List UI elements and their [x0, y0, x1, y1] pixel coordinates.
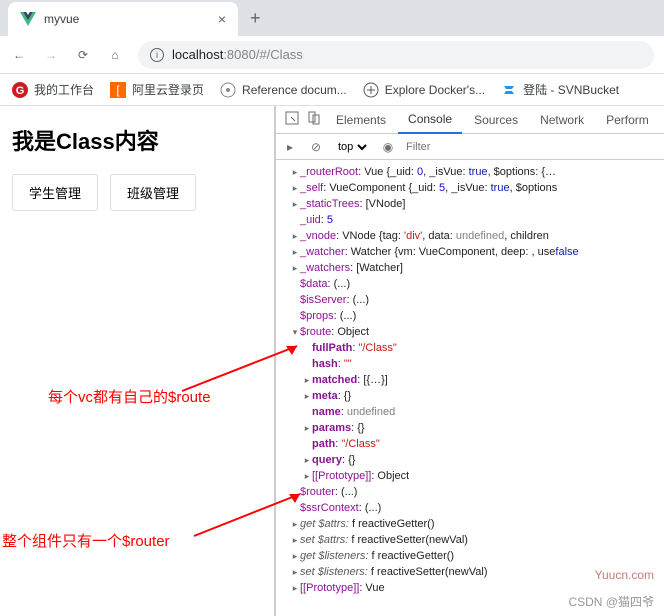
page-heading: 我是Class内容: [12, 124, 262, 156]
watermark: Yuucn.com: [595, 568, 654, 582]
console-line[interactable]: $data: (...): [280, 276, 664, 292]
gitee-icon: G: [12, 82, 28, 98]
console-line[interactable]: _watcher: Watcher {vm: VueComponent, dee…: [280, 244, 664, 260]
sidebar-toggle-icon[interactable]: ▸: [282, 140, 298, 154]
console-line[interactable]: [[Prototype]]: Object: [280, 468, 664, 484]
address-bar: ← → ⟳ ⌂ i localhost:8080/#/Class: [0, 36, 664, 74]
watermark: CSDN @猫四爷: [568, 593, 654, 610]
console-toolbar: ▸ ⊘ top ◉: [276, 134, 664, 160]
eye-icon[interactable]: ◉: [380, 140, 396, 154]
console-line[interactable]: matched: [{…}]: [280, 372, 664, 388]
expand-arrow-icon[interactable]: [290, 228, 300, 244]
console-line[interactable]: _self: VueComponent {_uid: 5, _isVue: tr…: [280, 180, 664, 196]
console-line[interactable]: $props: (...): [280, 308, 664, 324]
expand-arrow-icon[interactable]: [302, 452, 312, 468]
console-line[interactable]: hash: "": [280, 356, 664, 372]
console-line[interactable]: query: {}: [280, 452, 664, 468]
console-line[interactable]: _watchers: [Watcher]: [280, 260, 664, 276]
student-mgmt-button[interactable]: 学生管理: [12, 174, 98, 211]
aliyun-icon: [: [110, 82, 126, 98]
expand-arrow-icon[interactable]: [290, 244, 300, 260]
console-line[interactable]: name: undefined: [280, 404, 664, 420]
docker-icon: [363, 82, 379, 98]
tab-title: myvue: [44, 12, 79, 26]
expand-arrow-icon[interactable]: [290, 532, 300, 548]
devtools-tab-bar: Elements Console Sources Network Perform: [276, 106, 664, 134]
console-line[interactable]: _vnode: VNode {tag: 'div', data: undefin…: [280, 228, 664, 244]
console-line[interactable]: set $attrs: f reactiveSetter(newVal): [280, 532, 664, 548]
browser-tab-bar: myvue × +: [0, 0, 664, 36]
home-icon[interactable]: ⌂: [106, 48, 124, 62]
console-line[interactable]: _routerRoot: Vue {_uid: 0, _isVue: true,…: [280, 164, 664, 180]
url-input[interactable]: i localhost:8080/#/Class: [138, 41, 654, 69]
bookmark-item[interactable]: Reference docum...: [220, 82, 347, 98]
console-line[interactable]: _staticTrees: [VNode]: [280, 196, 664, 212]
expand-arrow-icon[interactable]: [290, 516, 300, 532]
console-line[interactable]: fullPath: "/Class": [280, 340, 664, 356]
expand-arrow-icon[interactable]: [290, 324, 300, 340]
expand-arrow-icon[interactable]: [302, 468, 312, 484]
annotation-route: 每个vc都有自己的$route: [48, 386, 211, 407]
doc-icon: [220, 82, 236, 98]
devtools-tab-console[interactable]: Console: [398, 106, 462, 134]
console-line[interactable]: $router: (...): [280, 484, 664, 500]
page-content: 我是Class内容 学生管理 班级管理 每个vc都有自己的$route 整个组件…: [0, 106, 275, 616]
bookmark-item[interactable]: 登陆 - SVNBucket: [501, 81, 619, 98]
back-icon[interactable]: ←: [10, 48, 28, 62]
close-icon[interactable]: ×: [218, 11, 226, 27]
new-tab-button[interactable]: +: [238, 8, 273, 29]
bookmark-item[interactable]: G我的工作台: [12, 81, 94, 98]
expand-arrow-icon[interactable]: [290, 260, 300, 276]
context-select[interactable]: top: [334, 140, 370, 154]
expand-arrow-icon[interactable]: [290, 564, 300, 580]
inspect-icon[interactable]: [282, 111, 302, 128]
reload-icon[interactable]: ⟳: [74, 48, 92, 62]
devtools-tab-perf[interactable]: Perform: [596, 106, 659, 134]
expand-arrow-icon[interactable]: [302, 372, 312, 388]
info-icon[interactable]: i: [150, 48, 164, 62]
console-line[interactable]: get $listeners: f reactiveGetter(): [280, 548, 664, 564]
expand-arrow-icon[interactable]: [290, 548, 300, 564]
class-mgmt-button[interactable]: 班级管理: [110, 174, 196, 211]
svn-icon: [501, 82, 517, 98]
expand-arrow-icon[interactable]: [302, 420, 312, 436]
filter-input[interactable]: [406, 141, 658, 153]
console-line[interactable]: $isServer: (...): [280, 292, 664, 308]
forward-icon: →: [42, 48, 60, 62]
expand-arrow-icon[interactable]: [290, 580, 300, 596]
console-line[interactable]: get $attrs: f reactiveGetter(): [280, 516, 664, 532]
console-line[interactable]: $ssrContext: (...): [280, 500, 664, 516]
devtools-tab-elements[interactable]: Elements: [326, 106, 396, 134]
annotation-router: 整个组件只有一个$router: [2, 530, 170, 551]
expand-arrow-icon[interactable]: [302, 388, 312, 404]
vue-logo-icon: [20, 12, 36, 26]
svg-text:G: G: [16, 85, 25, 97]
device-icon[interactable]: [304, 111, 324, 128]
url-path: :8080/#/Class: [223, 47, 303, 62]
devtools-tab-network[interactable]: Network: [530, 106, 594, 134]
expand-arrow-icon[interactable]: [290, 196, 300, 212]
console-line[interactable]: params: {}: [280, 420, 664, 436]
browser-tab[interactable]: myvue ×: [8, 2, 238, 36]
expand-arrow-icon[interactable]: [290, 180, 300, 196]
devtools-tab-sources[interactable]: Sources: [464, 106, 528, 134]
devtools-panel: Elements Console Sources Network Perform…: [275, 106, 664, 616]
clear-console-icon[interactable]: ⊘: [308, 140, 324, 154]
console-line[interactable]: meta: {}: [280, 388, 664, 404]
console-line[interactable]: path: "/Class": [280, 436, 664, 452]
bookmark-item[interactable]: Explore Docker's...: [363, 82, 485, 98]
url-host: localhost: [172, 47, 223, 62]
bookmark-item[interactable]: [阿里云登录页: [110, 81, 204, 98]
console-line[interactable]: $route: Object: [280, 324, 664, 340]
bookmarks-bar: G我的工作台 [阿里云登录页 Reference docum... Explor…: [0, 74, 664, 106]
expand-arrow-icon[interactable]: [290, 164, 300, 180]
console-output[interactable]: _routerRoot: Vue {_uid: 0, _isVue: true,…: [276, 160, 664, 616]
console-line[interactable]: _uid: 5: [280, 212, 664, 228]
